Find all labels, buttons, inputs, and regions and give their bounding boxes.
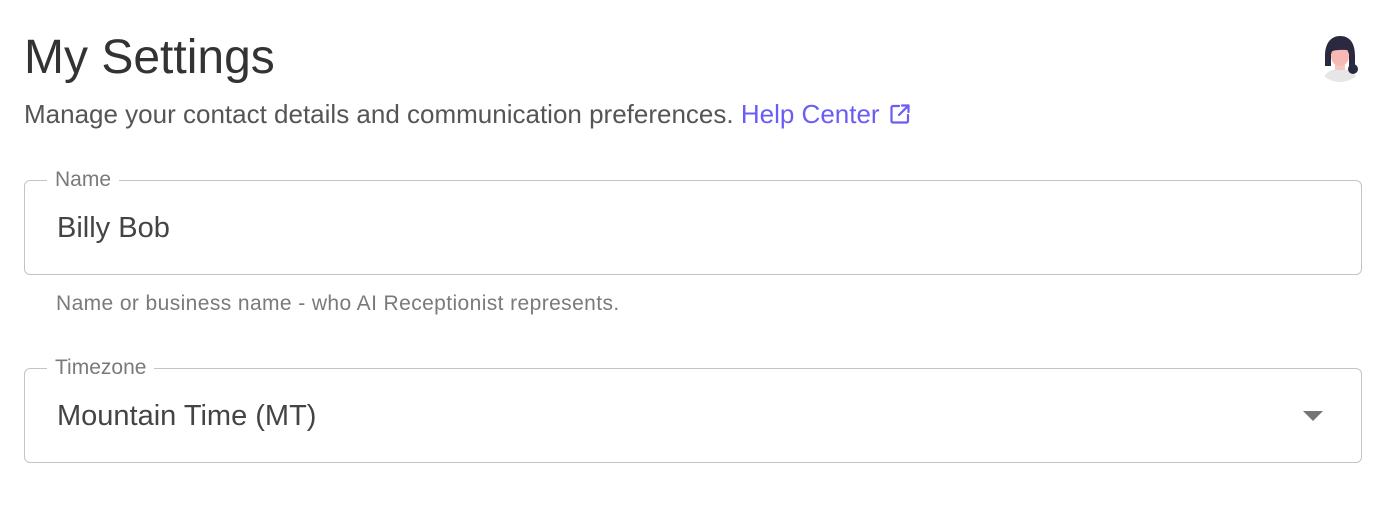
page-subtitle: Manage your contact details and communic… (24, 98, 912, 130)
external-link-icon (888, 101, 912, 125)
user-avatar-icon[interactable] (1316, 34, 1364, 82)
help-center-label: Help Center (740, 99, 880, 129)
page-title: My Settings (24, 31, 275, 84)
help-center-link[interactable]: Help Center (741, 99, 912, 129)
name-input[interactable]: Billy Bob (57, 211, 170, 245)
name-helper-text: Name or business name - who AI Reception… (56, 292, 620, 315)
name-field[interactable]: Name Billy Bob (24, 167, 1362, 275)
timezone-field-label: Timezone (47, 355, 155, 381)
timezone-selected-value[interactable]: Mountain Time (MT) (57, 399, 316, 433)
timezone-select[interactable]: Timezone Mountain Time (MT) (24, 355, 1362, 463)
caret-down-icon[interactable] (1303, 411, 1323, 421)
subtitle-text: Manage your contact details and communic… (24, 99, 734, 129)
name-field-label: Name (47, 167, 120, 193)
settings-page: My Settings Manage your contact details … (0, 0, 1382, 514)
